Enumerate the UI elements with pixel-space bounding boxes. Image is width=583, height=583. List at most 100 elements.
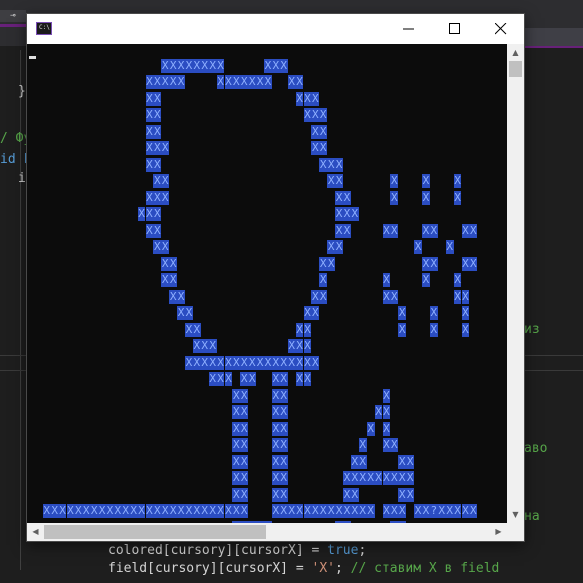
console-x-cell: X [145, 190, 154, 205]
console-x-cell: X [343, 207, 351, 221]
console-x-cell: X [271, 355, 280, 370]
scroll-left-arrow-icon[interactable]: ◀ [27, 523, 44, 540]
console-line: XXXXXXXX [27, 190, 507, 205]
scroll-down-arrow-icon[interactable]: ▼ [507, 506, 524, 523]
ide-tab-underline [0, 24, 26, 27]
console-x-cell: X [169, 289, 178, 304]
console-x-cell: X [390, 471, 399, 485]
console-x-cell: X [335, 174, 343, 188]
console-x-cell: X [287, 355, 296, 370]
console-line: XXXXXXX [27, 322, 507, 337]
console-x-cell: X [311, 355, 320, 370]
console-x-cell: X [185, 58, 193, 73]
console-x-cell: X [295, 322, 304, 337]
console-x-cell: X [469, 504, 478, 518]
console-x-cell: X [153, 157, 162, 172]
console-x-cell: X [406, 454, 415, 469]
console-x-cell: X [327, 240, 336, 254]
console-x-cell: X [335, 157, 343, 172]
console-x-cell: X [169, 75, 178, 89]
console-x-cell: X [153, 75, 162, 89]
console-x-cell: X [232, 405, 241, 419]
console-x-cell: X [279, 421, 288, 436]
console-x-cell: X [295, 75, 304, 89]
console-x-cell: X [145, 223, 154, 238]
vertical-scroll-thumb[interactable] [509, 61, 522, 77]
console-x-cell: X [264, 355, 272, 370]
console-x-cell: X [161, 256, 170, 271]
console-x-cell: X [445, 504, 454, 518]
console-x-cell: X [153, 124, 162, 139]
close-icon [495, 23, 507, 35]
console-output[interactable]: XXXXXXXXXXXXXXXXXXXXXXXXXXXXXXXXXXXXXXXX… [27, 44, 507, 523]
console-x-cell: X [382, 438, 391, 452]
console-x-cell: X [42, 504, 51, 518]
console-line: XXXXXX [27, 240, 507, 254]
console-line: XXXXXXXX [27, 487, 507, 502]
console-x-cell: X [74, 504, 83, 518]
console-x-cell: X [271, 454, 280, 469]
console-window[interactable]: C:\ XXXXXXXXXXXXXXXXXXXXXXXXXXXXXXXXXXXX… [27, 14, 524, 541]
console-x-cell: X [327, 256, 336, 271]
console-x-cell: X [461, 322, 470, 337]
ide-toolbar-band [524, 28, 583, 48]
console-x-cell: X [145, 108, 154, 122]
console-x-cell: X [50, 504, 59, 518]
console-x-cell: X [279, 58, 288, 73]
console-x-cell: X [279, 454, 288, 469]
console-x-cell: X [224, 355, 233, 370]
console-x-cell: X [319, 157, 328, 172]
console-x-cell: X [311, 108, 320, 122]
console-line: XXXXXXXX [27, 289, 507, 304]
console-x-cell: X [414, 504, 422, 518]
maximize-button[interactable] [432, 14, 478, 44]
console-x-cell: X [232, 504, 241, 518]
console-x-cell: X [453, 174, 462, 188]
console-line: XXXXXX [27, 405, 507, 419]
console-x-cell: X [90, 504, 99, 518]
vertical-scrollbar[interactable]: ▲ ▼ [507, 44, 524, 523]
console-x-cell: X [224, 372, 233, 386]
console-x-cell: X [343, 471, 351, 485]
console-x-cell: X [98, 504, 106, 518]
console-x-cell: X [200, 355, 209, 370]
console-x-cell: X [469, 256, 478, 271]
console-x-cell: X [414, 240, 422, 254]
console-line: XXXX [27, 124, 507, 139]
console-x-cell: X [319, 273, 328, 287]
ide-code-line: field[cursory][cursorX] = 'X'; // ставим… [108, 561, 500, 576]
console-x-cell: X [287, 339, 296, 353]
console-x-cell: X [358, 454, 367, 469]
scroll-up-arrow-icon[interactable]: ▲ [507, 44, 524, 61]
console-x-cell: X [106, 504, 114, 518]
console-x-cell: X [232, 438, 241, 452]
console-x-cell: X [311, 504, 320, 518]
console-x-cell: X [271, 58, 280, 73]
console-x-cell: X [445, 240, 454, 254]
console-x-cell: X [390, 190, 399, 205]
console-x-cell: X [153, 207, 162, 221]
scroll-right-arrow-icon[interactable]: ▶ [490, 523, 507, 540]
close-button[interactable] [478, 14, 524, 44]
horizontal-scrollbar[interactable]: ◀ ▶ [27, 523, 507, 541]
horizontal-scroll-thumb[interactable] [44, 525, 266, 539]
console-x-cell: X [319, 108, 328, 122]
console-x-cell: X [382, 273, 391, 287]
console-x-cell: X [422, 504, 430, 518]
console-line: XXXXXXX [27, 306, 507, 320]
window-titlebar[interactable]: C:\ [27, 14, 524, 44]
console-x-cell: X [153, 504, 162, 518]
console-x-cell: X [453, 289, 462, 304]
console-line: XXXXXXXXXXX [27, 58, 507, 73]
minimize-button[interactable] [386, 14, 432, 44]
console-x-cell: X [161, 273, 170, 287]
ide-code-line: colored[cursory][cursorX] = true; [108, 543, 367, 558]
console-app-icon[interactable]: C:\ [36, 22, 52, 35]
ide-tab[interactable]: ⊸ [0, 10, 26, 22]
console-x-cell: X [216, 372, 225, 386]
console-line: XXXXXXXXX [27, 372, 507, 386]
console-x-cell: X [271, 487, 280, 502]
ide-toolbar-underline [524, 46, 583, 48]
console-x-cell: X [303, 372, 312, 386]
console-x-cell: X [145, 141, 154, 155]
